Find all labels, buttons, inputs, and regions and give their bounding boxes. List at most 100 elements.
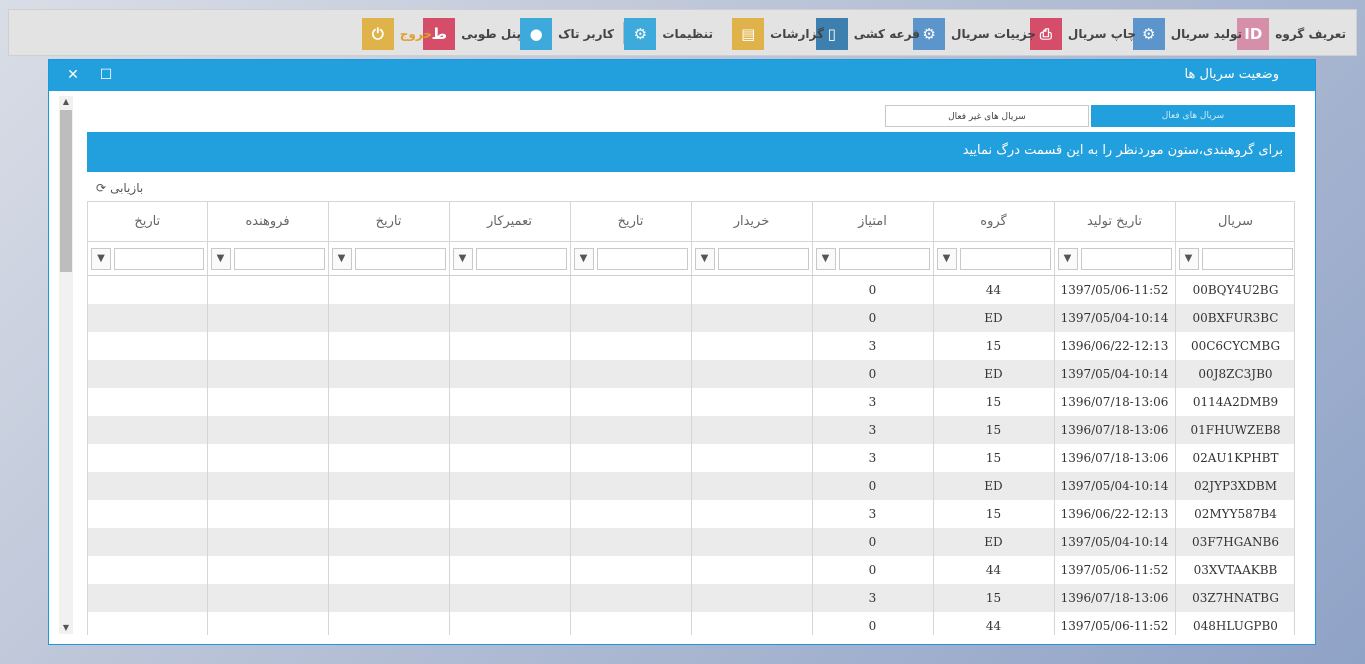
id-card-icon: ID (1237, 17, 1270, 50)
table-cell: 1396/07/18-13:06 (1054, 583, 1176, 612)
scroll-up-icon[interactable]: ▲ (59, 96, 73, 108)
filter-input[interactable] (114, 247, 204, 270)
scrollbar-thumb[interactable] (60, 110, 72, 272)
column-header-serial[interactable]: سریال (1175, 201, 1294, 242)
table-cell (570, 583, 692, 612)
toolbar-generate-serial-button[interactable]: ⚙ تولید سریال (1132, 17, 1242, 50)
toolbar-item-label: چاپ سریال (1067, 26, 1136, 41)
table-cell (449, 387, 571, 416)
filter-input[interactable] (354, 247, 446, 270)
table-cell (691, 303, 813, 332)
toolbar-settings-button[interactable]: ⚙ تنظیمات (624, 17, 713, 50)
scroll-down-icon[interactable]: ▼ (59, 622, 73, 634)
filter-icon[interactable]: ▼ (91, 247, 111, 270)
table-row[interactable]: 00BQY4U2BG 1397/05/06-11:52 44 0 (88, 275, 1294, 304)
tab-active-serials[interactable]: سریال های فعال (1091, 105, 1295, 127)
table-row[interactable]: 03XVTAAKBB 1397/05/06-11:52 44 0 (88, 555, 1294, 584)
column-header-group[interactable]: گروه (933, 201, 1055, 242)
column-header-date[interactable]: تاریخ (88, 201, 208, 242)
maximize-icon[interactable]: ☐ (97, 66, 115, 84)
filter-icon[interactable]: ▼ (815, 247, 836, 270)
table-row[interactable]: 03Z7HNATBG 1396/07/18-13:06 15 3 (88, 583, 1294, 612)
toolbar-lottery-button[interactable]: ▯ قرعه کشی (815, 17, 920, 50)
tab-inactive-serials[interactable]: سریال های غیر فعال (885, 105, 1089, 127)
filter-input[interactable] (596, 247, 688, 270)
toolbar-tak-user-button[interactable]: ● کاربر تاک (520, 17, 614, 50)
table-cell (449, 359, 571, 388)
table-cell (88, 471, 208, 500)
filter-icon[interactable]: ▼ (936, 247, 957, 270)
table-cell (88, 555, 208, 584)
table-cell (449, 611, 571, 635)
filter-input[interactable] (1201, 247, 1293, 270)
table-row[interactable]: 02MYY587B4 1396/06/22-12:13 15 3 (88, 499, 1294, 528)
table-row[interactable]: 01FHUWZEB8 1396/07/18-13:06 15 3 (88, 415, 1294, 444)
column-header-date[interactable]: تاریخ (570, 201, 692, 242)
table-header-row: سریال تاریخ تولید گروه امتیاز خریدار تار… (88, 201, 1294, 242)
group-by-drop-area[interactable]: برای گروهبندی،ستون موردنظر را به این قسم… (87, 132, 1295, 172)
table-cell: 1397/05/04-10:14 (1054, 527, 1176, 556)
table-cell (88, 387, 208, 416)
table-cell (449, 583, 571, 612)
table-cell (570, 471, 692, 500)
table-row[interactable]: 02JYP3XDBM 1397/05/04-10:14 ED 0 (88, 471, 1294, 500)
toolbar-reports-button[interactable]: ▤ گزارشات (732, 17, 824, 50)
filter-icon[interactable]: ▼ (1057, 247, 1078, 270)
column-header-buyer[interactable]: خریدار (691, 201, 813, 242)
table-cell: 0 (812, 359, 934, 388)
filter-input[interactable] (1080, 247, 1172, 270)
toolbar-define-group-button[interactable]: ID تعریف گروه (1237, 17, 1346, 50)
toolbar-exit-button[interactable]: ⏻ خروج (361, 17, 432, 50)
close-icon[interactable]: ✕ (64, 66, 82, 84)
column-header-repairer[interactable]: تعمیرکار (449, 201, 571, 242)
window-titlebar[interactable]: وضعیت سریال ها ☐ ✕ (49, 60, 1315, 91)
column-header-seller[interactable]: فروهنده (207, 201, 329, 242)
table-cell (88, 303, 208, 332)
table-cell (207, 415, 329, 444)
table-row[interactable]: 03F7HGANB6 1397/05/04-10:14 ED 0 (88, 527, 1294, 556)
table-row[interactable]: 00J8ZC3JB0 1397/05/04-10:14 ED 0 (88, 359, 1294, 388)
table-cell: 1397/05/06-11:52 (1054, 555, 1176, 584)
filter-icon[interactable]: ▼ (1178, 247, 1199, 270)
table-cell: ED (933, 359, 1055, 388)
filter-input[interactable] (838, 247, 930, 270)
filter-icon[interactable]: ▼ (573, 247, 594, 270)
filter-icon[interactable]: ▼ (452, 247, 473, 270)
table-cell (207, 471, 329, 500)
filter-input[interactable] (475, 247, 567, 270)
table-cell (328, 303, 450, 332)
filter-icon[interactable]: ▼ (694, 247, 715, 270)
toolbar-item-label: تنظیمات (662, 26, 713, 41)
filter-input[interactable] (717, 247, 809, 270)
table-cell: 0114A2DMB9 (1175, 387, 1294, 416)
column-header-date[interactable]: تاریخ (328, 201, 450, 242)
table-row[interactable]: 02AU1KPHBT 1396/07/18-13:06 15 3 (88, 443, 1294, 472)
table-cell (570, 275, 692, 304)
table-cell: 44 (933, 275, 1055, 304)
table-cell: 03Z7HNATBG (1175, 583, 1294, 612)
table-cell: 3 (812, 443, 934, 472)
toolbar-item-label: تولید سریال (1170, 26, 1242, 41)
column-header-score[interactable]: امتیاز (812, 201, 934, 242)
table-cell (570, 611, 692, 635)
toolbar-print-serial-button[interactable]: ⎙ چاپ سریال (1029, 17, 1136, 50)
table-row[interactable]: 0114A2DMB9 1396/07/18-13:06 15 3 (88, 387, 1294, 416)
toolbar-tooba-panel-button[interactable]: ط پنل طوبی (423, 17, 521, 50)
table-cell: 15 (933, 499, 1055, 528)
filter-icon[interactable]: ▼ (331, 247, 352, 270)
refresh-button[interactable]: بازیابی ⟳ (96, 180, 143, 196)
table-row[interactable]: 048HLUGPB0 1397/05/06-11:52 44 0 (88, 611, 1294, 635)
filter-input[interactable] (959, 247, 1051, 270)
table-cell (88, 359, 208, 388)
table-cell (88, 499, 208, 528)
table-row[interactable]: 00C6CYCMBG 1396/06/22-12:13 15 3 (88, 331, 1294, 360)
vertical-scrollbar[interactable]: ▲ ▼ (59, 96, 73, 634)
table-cell (449, 527, 571, 556)
filter-input[interactable] (233, 247, 325, 270)
table-row[interactable]: 00BXFUR3BC 1397/05/04-10:14 ED 0 (88, 303, 1294, 332)
column-header-production-date[interactable]: تاریخ تولید (1054, 201, 1176, 242)
table-cell (691, 275, 813, 304)
table-cell: 44 (933, 555, 1055, 584)
filter-icon[interactable]: ▼ (210, 247, 231, 270)
toolbar-serial-details-button[interactable]: ⚙ جزییات سریال (913, 17, 1036, 50)
